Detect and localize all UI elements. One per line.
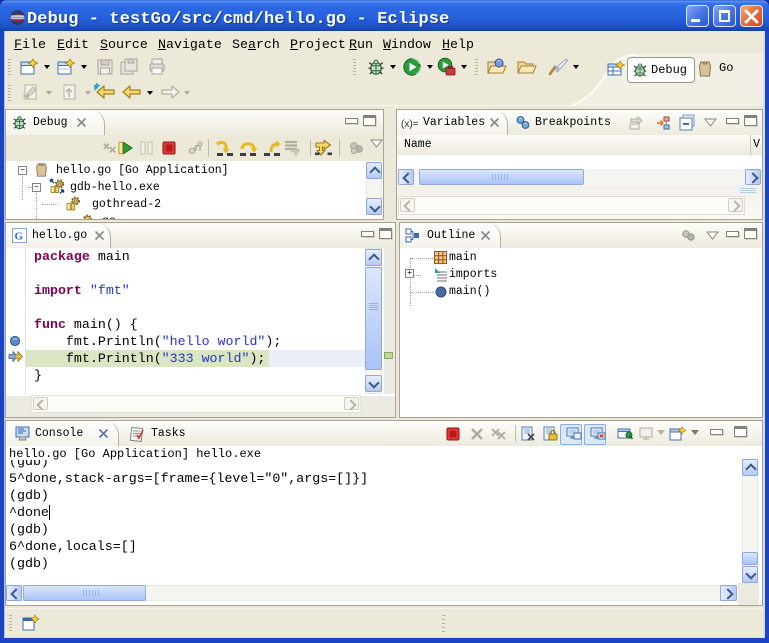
svg-text:G: G xyxy=(15,231,24,243)
svg-text:(x)=: (x)= xyxy=(401,119,419,129)
